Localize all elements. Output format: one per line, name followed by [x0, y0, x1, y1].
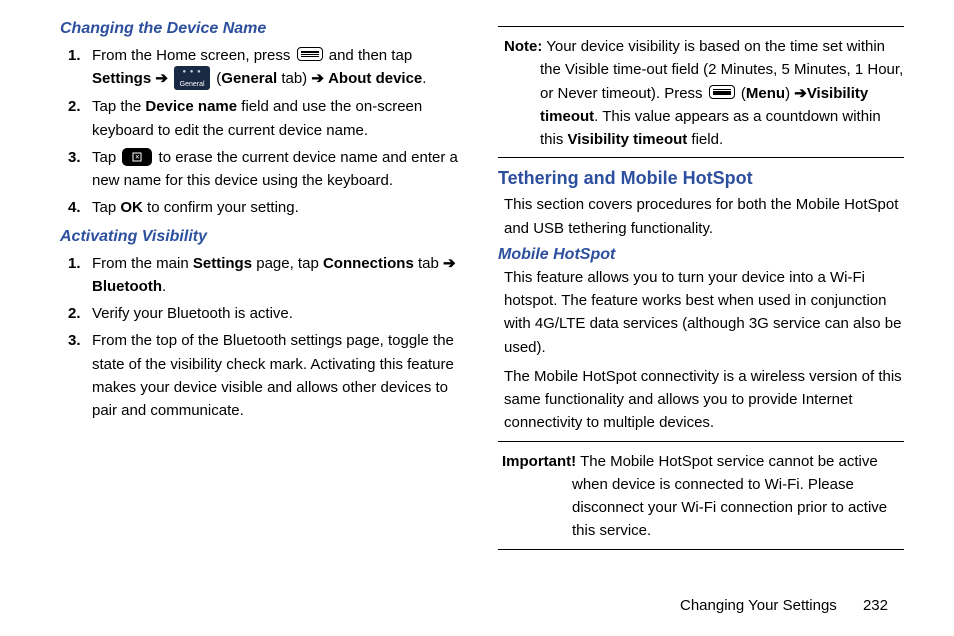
footer-page-number: 232: [863, 597, 888, 614]
note-rule-bottom: [498, 157, 904, 158]
step-2: Verify your Bluetooth is active.: [68, 302, 466, 325]
text: (: [737, 85, 746, 102]
arrow-icon: [311, 70, 324, 87]
step-1: From the Home screen, press and then tap…: [68, 44, 466, 91]
page-columns: Changing the Device Name From the Home s…: [60, 20, 904, 580]
footer-section-label: Changing Your Settings: [680, 597, 837, 614]
step-3: Tap × to erase the current device name a…: [68, 146, 466, 193]
text: From the Home screen, press: [92, 47, 295, 64]
note-label: Note:: [504, 38, 542, 55]
important-rule-bottom: [498, 549, 904, 550]
important-block: Important! The Mobile HotSpot service ca…: [498, 450, 904, 543]
step-4: Tap OK to confirm your setting.: [68, 196, 466, 219]
visibility-timeout-label-2: Visibility timeout: [568, 131, 688, 148]
text: page, tap: [252, 255, 323, 272]
steps-changing-device-name: From the Home screen, press and then tap…: [68, 44, 466, 220]
step-1: From the main Settings page, tap Connect…: [68, 252, 466, 299]
text: Tap: [92, 149, 120, 166]
text: tab): [277, 70, 311, 87]
general-label: General: [221, 70, 277, 87]
connections-label: Connections: [323, 255, 414, 272]
text: Tap: [92, 199, 120, 216]
arrow-icon: [155, 70, 168, 87]
important-label: Important!: [502, 453, 576, 470]
general-tab-icon: ● ● ● General: [174, 66, 210, 90]
menu-icon: [297, 47, 323, 61]
text: From the main: [92, 255, 193, 272]
heading-tethering-hotspot: Tethering and Mobile HotSpot: [498, 168, 904, 189]
text: The Mobile HotSpot service cannot be act…: [572, 453, 887, 540]
step-2: Tap the Device name field and use the on…: [68, 95, 466, 142]
hotspot-para-1: This feature allows you to turn your dev…: [498, 266, 904, 359]
device-name-label: Device name: [145, 98, 237, 115]
important-rule-top: [498, 441, 904, 442]
step-3: From the top of the Bluetooth settings p…: [68, 329, 466, 422]
text: ): [785, 85, 794, 102]
steps-activating-visibility: From the main Settings page, tap Connect…: [68, 252, 466, 423]
bluetooth-label: Bluetooth: [92, 278, 162, 295]
arrow-icon: [794, 85, 807, 102]
settings-label: Settings: [92, 70, 151, 87]
text: and then tap: [329, 47, 412, 64]
note-rule-top: [498, 26, 904, 27]
text: tab: [414, 255, 443, 272]
text: Tap the: [92, 98, 145, 115]
heading-changing-device-name: Changing the Device Name: [60, 20, 466, 38]
text: .: [422, 70, 426, 87]
hotspot-para-2: The Mobile HotSpot connectivity is a wir…: [498, 365, 904, 435]
text: From the top of the Bluetooth settings p…: [92, 332, 454, 419]
note-block: Note: Your device visibility is based on…: [498, 35, 904, 151]
text: Verify your Bluetooth is active.: [92, 305, 293, 322]
arrow-icon: [443, 255, 456, 272]
heading-activating-visibility: Activating Visibility: [60, 228, 466, 246]
menu-label: Menu: [746, 85, 785, 102]
left-column: Changing the Device Name From the Home s…: [60, 20, 466, 580]
tethering-intro: This section covers procedures for both …: [498, 193, 904, 240]
text: field.: [687, 131, 723, 148]
about-device-label: About device: [328, 70, 422, 87]
heading-mobile-hotspot: Mobile HotSpot: [498, 246, 904, 264]
page-footer: Changing Your Settings 232: [680, 597, 888, 614]
menu-icon: [709, 85, 735, 99]
right-column: Note: Your device visibility is based on…: [498, 20, 904, 580]
ok-label: OK: [120, 199, 143, 216]
settings-label: Settings: [193, 255, 252, 272]
text: .: [162, 278, 166, 295]
backspace-icon: ×: [122, 148, 152, 166]
text: to confirm your setting.: [143, 199, 299, 216]
